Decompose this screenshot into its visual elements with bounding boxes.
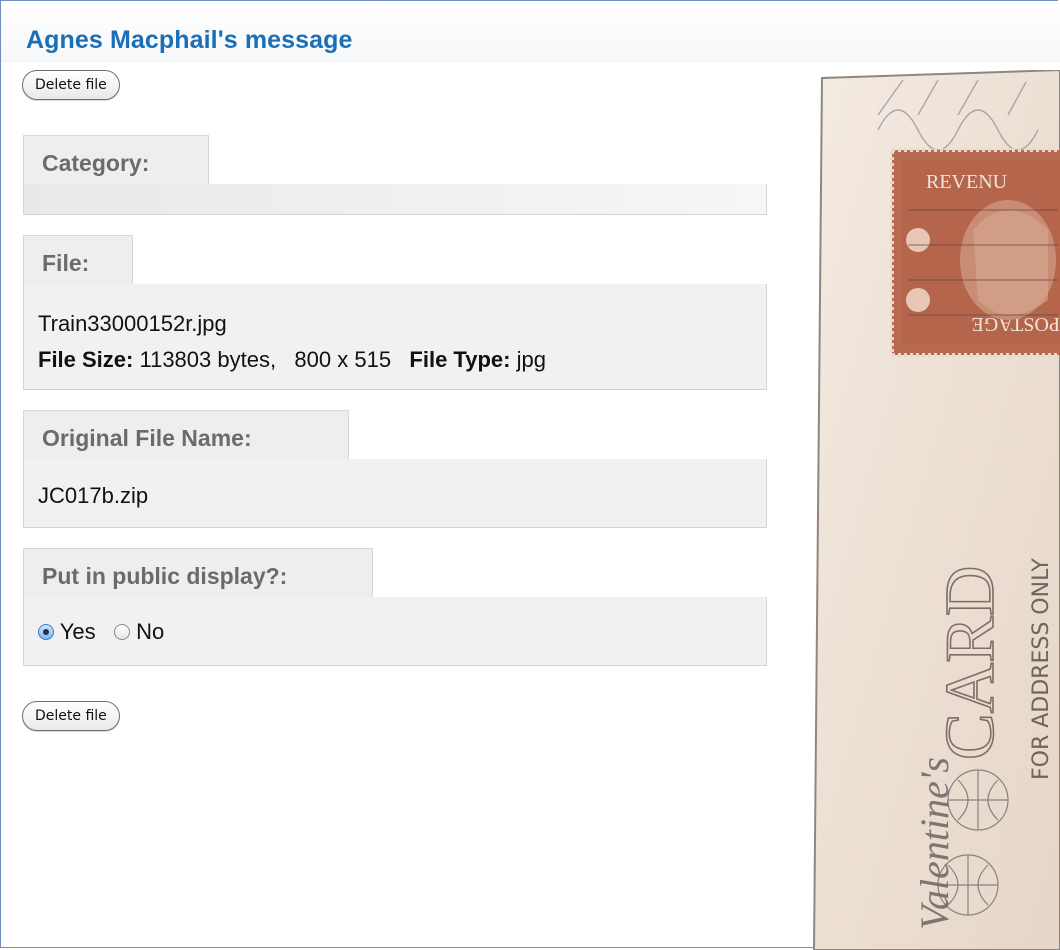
file-label: File: — [23, 235, 133, 285]
original-name-value-panel: JC017b.zip — [23, 459, 767, 528]
stamp: REVENU POSTAGE — [890, 148, 1060, 357]
postmark-word: CARD — [932, 566, 1009, 760]
file-name: Train33000152r.jpg — [38, 311, 227, 336]
yes-label: Yes — [59, 619, 96, 644]
file-size-value: 113803 bytes, — [139, 347, 277, 372]
file-meta: File Size: 113803 bytes, 800 x 515 File … — [38, 347, 546, 373]
category-label: Category: — [23, 135, 209, 185]
public-display-label: Put in public display?: — [23, 548, 373, 598]
delete-file-button-bottom[interactable]: Delete file — [22, 701, 120, 731]
file-type-value: jpg — [516, 347, 546, 372]
no-radio[interactable] — [113, 624, 130, 640]
file-dimensions: 800 x 515 — [294, 347, 392, 372]
page-title: Agnes Macphail's message — [26, 26, 353, 54]
original-name-value: JC017b.zip — [38, 483, 149, 508]
postcard-image: REVENU POSTAGE CARD FOR ADDRESS ONLY Val… — [808, 70, 1060, 950]
file-size-label: File Size: — [38, 347, 134, 372]
file-type-label: File Type: — [409, 347, 511, 372]
yes-radio[interactable] — [38, 624, 54, 640]
public-display-options: Yes No — [38, 619, 164, 645]
public-display-panel: Yes No — [23, 597, 767, 666]
address-text: FOR ADDRESS ONLY — [1029, 558, 1054, 780]
signature-text: Valentine's — [912, 757, 957, 930]
stamp-top-text: REVENU — [926, 171, 1008, 193]
public-display-yes[interactable]: Yes — [38, 619, 102, 644]
public-display-no[interactable]: No — [113, 619, 165, 644]
category-value-panel — [23, 184, 767, 215]
original-name-label: Original File Name: — [23, 410, 349, 460]
file-value-panel: Train33000152r.jpg File Size: 113803 byt… — [23, 284, 767, 390]
delete-file-button-top[interactable]: Delete file — [22, 70, 120, 100]
no-label: No — [136, 619, 165, 644]
